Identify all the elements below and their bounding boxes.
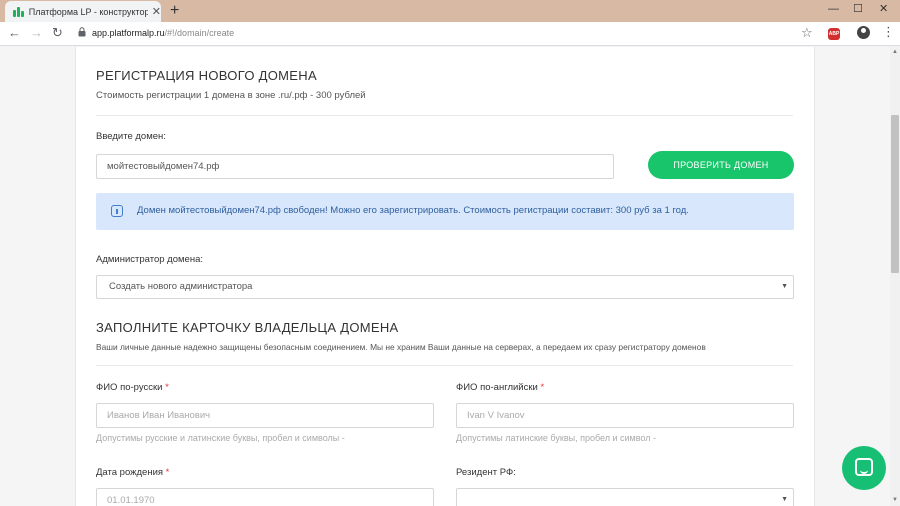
close-tab-icon[interactable]: ✕ <box>152 5 161 18</box>
reload-icon[interactable]: ↻ <box>52 25 63 41</box>
platformalp-logo-icon <box>13 6 24 17</box>
resident-select[interactable]: ▼ <box>456 488 794 506</box>
scroll-thumb[interactable] <box>891 115 899 273</box>
info-icon <box>111 205 123 217</box>
registration-subtitle: Стоимость регистрации 1 домена в зоне .r… <box>96 90 366 101</box>
admin-select[interactable]: Создать нового администратора ▼ <box>96 275 794 299</box>
domain-available-alert: Домен мойтестовыйдомен74.рф свободен! Мо… <box>96 193 794 230</box>
divider <box>96 115 793 116</box>
chevron-down-icon: ▼ <box>781 283 788 290</box>
minimize-icon[interactable]: — <box>828 2 839 16</box>
tab-strip: Платформа LP - конструктор да ✕ + — ☐ ✕ <box>0 0 900 22</box>
fio-ru-hint: Допустимы русские и латинские буквы, про… <box>96 433 345 443</box>
fio-en-hint: Допустимы латинские буквы, пробел и симв… <box>456 433 656 443</box>
chat-button[interactable] <box>842 446 886 490</box>
birth-date-label: Дата рождения * <box>96 467 170 478</box>
fio-en-label: ФИО по-английски * <box>456 382 545 393</box>
divider <box>96 365 793 366</box>
owner-title: ЗАПОЛНИТЕ КАРТОЧКУ ВЛАДЕЛЬЦА ДОМЕНА <box>96 320 399 335</box>
scroll-down-icon[interactable]: ▼ <box>892 497 898 503</box>
resident-label: Резидент РФ: <box>456 467 516 478</box>
maximize-icon[interactable]: ☐ <box>853 2 863 16</box>
chevron-down-icon: ▼ <box>781 496 788 503</box>
admin-label: Администратор домена: <box>96 254 203 265</box>
page-viewport: РЕГИСТРАЦИЯ НОВОГО ДОМЕНА Стоимость реги… <box>0 47 890 506</box>
menu-icon[interactable]: ⋮ <box>882 25 895 39</box>
browser-tab[interactable]: Платформа LP - конструктор да ✕ <box>5 1 161 22</box>
fio-ru-label: ФИО по-русски * <box>96 382 169 393</box>
chat-icon <box>855 458 873 476</box>
tab-title: Платформа LP - конструктор да <box>28 6 148 17</box>
domain-label: Введите домен: <box>96 131 166 142</box>
new-tab-icon[interactable]: + <box>170 2 179 20</box>
page-scrollbar[interactable]: ▲ ▼ <box>890 47 900 506</box>
star-icon[interactable]: ☆ <box>801 25 813 41</box>
admin-select-value: Создать нового администратора <box>109 281 253 292</box>
browser-toolbar: ← → ↻ app.platformalp.ru/#!/domain/creat… <box>0 22 900 46</box>
registration-title: РЕГИСТРАЦИЯ НОВОГО ДОМЕНА <box>96 68 317 83</box>
forward-icon[interactable]: → <box>30 25 43 41</box>
birth-date-input[interactable]: 01.01.1970 <box>96 488 434 506</box>
adblock-icon[interactable]: ABP <box>828 28 840 40</box>
owner-subtitle: Ваши личные данные надежно защищены безо… <box>96 342 706 352</box>
fio-en-input[interactable]: Ivan V Ivanov <box>456 403 794 428</box>
back-icon[interactable]: ← <box>8 25 21 41</box>
fio-ru-input[interactable]: Иванов Иван Иванович <box>96 403 434 428</box>
alert-text: Домен мойтестовыйдомен74.рф свободен! Мо… <box>137 205 689 216</box>
domain-input[interactable]: мойтестовыйдомен74.рф <box>96 154 614 179</box>
check-domain-button[interactable]: ПРОВЕРИТЬ ДОМЕН <box>648 151 794 179</box>
lock-icon <box>78 27 86 37</box>
scroll-up-icon[interactable]: ▲ <box>892 49 898 55</box>
close-window-icon[interactable]: ✕ <box>879 2 888 16</box>
profile-icon[interactable] <box>857 26 870 39</box>
address-bar[interactable]: app.platformalp.ru/#!/domain/create <box>92 28 234 38</box>
domain-form-card: РЕГИСТРАЦИЯ НОВОГО ДОМЕНА Стоимость реги… <box>75 47 815 506</box>
